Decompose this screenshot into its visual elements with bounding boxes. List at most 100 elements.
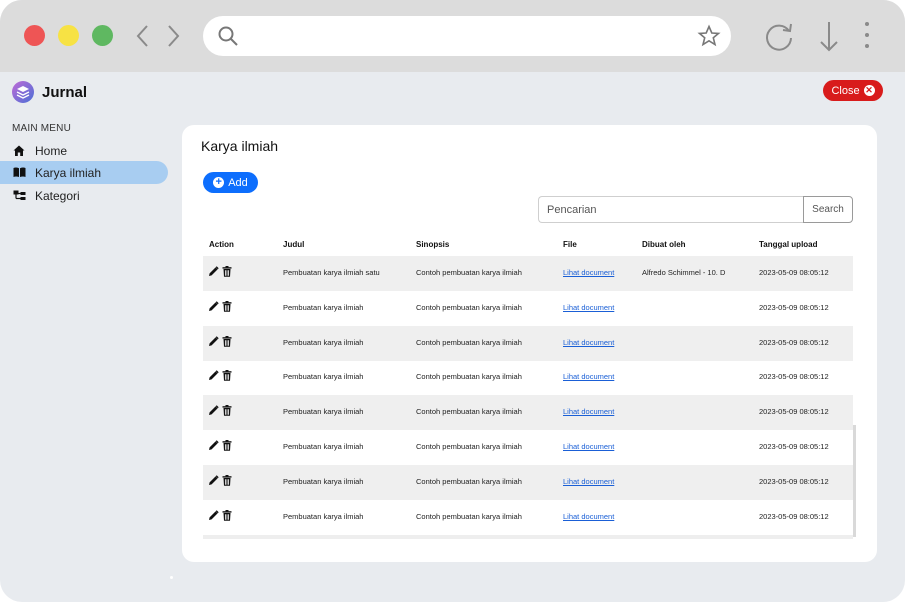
download-icon[interactable] xyxy=(812,18,848,54)
app-window: Jurnal Close ✕ MAIN MENU Home Karya ilmi… xyxy=(0,0,905,602)
edit-pencil-icon[interactable] xyxy=(208,405,219,416)
cell-tanggal-upload: 2023-05-09 08:05:12 xyxy=(759,511,829,521)
delete-trash-icon[interactable] xyxy=(222,474,232,486)
category-icon xyxy=(12,189,26,203)
table-header: Action Judul Sinopsis File Dibuat oleh T… xyxy=(203,234,853,256)
search-icon xyxy=(217,25,239,47)
row-actions xyxy=(208,266,232,277)
cell-sinopsis: Contoh pembuatan karya ilmiah xyxy=(416,268,522,277)
file-link[interactable]: Lihat document xyxy=(563,512,614,521)
app-title: Jurnal xyxy=(42,83,88,101)
delete-trash-icon[interactable] xyxy=(222,509,232,521)
delete-trash-icon[interactable] xyxy=(222,405,232,416)
menu-title: MAIN MENU xyxy=(12,123,72,134)
file-link[interactable]: Lihat document xyxy=(563,477,614,486)
cell-judul: Pembuatan karya ilmiah xyxy=(283,511,364,521)
sidebar-item-label: Home xyxy=(35,143,68,158)
file-link[interactable]: Lihat document xyxy=(563,372,614,381)
forward-icon[interactable] xyxy=(162,22,184,50)
cell-sinopsis: Contoh pembuatan karya ilmiah xyxy=(416,442,522,451)
delete-trash-icon[interactable] xyxy=(222,335,232,347)
window-close-dot[interactable] xyxy=(24,25,45,46)
add-label: Add xyxy=(228,176,248,189)
cell-judul: Pembuatan karya ilmiah satu xyxy=(283,268,380,277)
edit-pencil-icon[interactable] xyxy=(208,370,219,381)
delete-trash-icon[interactable] xyxy=(222,300,232,312)
more-icon[interactable] xyxy=(852,18,882,54)
delete-trash-icon[interactable] xyxy=(222,440,232,451)
table-bottom-edge xyxy=(203,535,853,539)
home-icon xyxy=(12,144,26,158)
data-table: Action Judul Sinopsis File Dibuat oleh T… xyxy=(203,234,853,539)
row-actions xyxy=(208,300,232,312)
cell-tanggal-upload: 2023-05-09 08:05:12 xyxy=(759,268,829,277)
search-input[interactable] xyxy=(538,196,804,223)
close-label: Close xyxy=(831,84,860,97)
table-scrollbar[interactable] xyxy=(853,425,856,537)
book-icon xyxy=(12,166,26,180)
sidebar-item-kategori[interactable]: Kategori xyxy=(0,184,168,207)
cell-judul: Pembuatan karya ilmiah xyxy=(283,302,364,312)
edit-pencil-icon[interactable] xyxy=(208,266,219,277)
table-row: Pembuatan karya ilmiah Contoh pembuatan k… xyxy=(203,325,853,361)
row-actions xyxy=(208,440,232,451)
cell-tanggal-upload: 2023-05-09 08:05:12 xyxy=(759,337,829,347)
file-link[interactable]: Lihat document xyxy=(563,407,614,416)
star-icon[interactable] xyxy=(697,24,721,48)
cell-tanggal-upload: 2023-05-09 08:05:12 xyxy=(759,442,829,451)
edit-pencil-icon[interactable] xyxy=(208,509,219,521)
edit-pencil-icon[interactable] xyxy=(208,335,219,347)
edit-pencil-icon[interactable] xyxy=(208,301,219,312)
sidebar-item-label: Karya ilmiah xyxy=(35,165,102,180)
edit-pencil-icon[interactable] xyxy=(208,475,219,486)
table-row: Pembuatan karya ilmiah Contoh pembuatan k… xyxy=(203,464,853,500)
file-link[interactable]: Lihat document xyxy=(563,268,614,277)
table-row: Pembuatan karya ilmiah Contoh pembuatan k… xyxy=(203,360,853,395)
row-actions xyxy=(208,335,232,347)
plus-icon: + xyxy=(213,177,225,188)
row-actions xyxy=(208,474,232,486)
row-actions xyxy=(208,370,232,382)
file-link[interactable]: Lihat document xyxy=(563,338,614,347)
reload-icon[interactable] xyxy=(761,18,797,54)
table-row: Pembuatan karya ilmiah Contoh pembuatan k… xyxy=(203,291,853,326)
table-row: Pembuatan karya ilmiah Contoh pembuatan k… xyxy=(203,500,853,535)
cell-sinopsis: Contoh pembuatan karya ilmiah xyxy=(416,511,522,521)
cell-dibuat-oleh: Alfredo Schimmel - 10. D xyxy=(642,268,726,277)
cell-tanggal-upload: 2023-05-09 08:05:12 xyxy=(759,407,829,417)
cell-tanggal-upload: 2023-05-09 08:05:12 xyxy=(759,476,829,486)
back-icon[interactable] xyxy=(132,22,154,50)
decorative-dot xyxy=(170,576,173,579)
column-header: Sinopsis xyxy=(416,240,450,249)
cell-sinopsis: Contoh pembuatan karya ilmiah xyxy=(416,337,522,347)
cell-judul: Pembuatan karya ilmiah xyxy=(283,372,364,382)
url-input[interactable] xyxy=(249,24,689,48)
sidebar-item-home[interactable]: Home xyxy=(0,139,168,162)
address-bar[interactable] xyxy=(203,16,731,56)
window-maximize-dot[interactable] xyxy=(92,25,113,46)
window-minimize-dot[interactable] xyxy=(58,25,79,46)
cell-sinopsis: Contoh pembuatan karya ilmiah xyxy=(416,407,522,417)
cell-judul: Pembuatan karya ilmiah xyxy=(283,337,364,347)
cell-judul: Pembuatan karya ilmiah xyxy=(283,407,364,417)
cell-sinopsis: Contoh pembuatan karya ilmiah xyxy=(416,372,522,382)
cell-tanggal-upload: 2023-05-09 08:05:12 xyxy=(759,302,829,312)
close-button[interactable]: Close ✕ xyxy=(823,80,883,101)
table-row: Pembuatan karya ilmiah Contoh pembuatan k… xyxy=(203,430,853,465)
close-x-icon: ✕ xyxy=(863,85,875,96)
sidebar-item-karya-ilmiah[interactable]: Karya ilmiah xyxy=(0,161,168,184)
content-card: Karya ilmiah + Add Search Action Judul S… xyxy=(182,125,877,562)
edit-pencil-icon[interactable] xyxy=(208,440,219,451)
file-link[interactable]: Lihat document xyxy=(563,442,614,451)
delete-trash-icon[interactable] xyxy=(222,266,232,277)
cell-judul: Pembuatan karya ilmiah xyxy=(283,476,364,486)
app-brand: Jurnal xyxy=(12,80,87,104)
file-link[interactable]: Lihat document xyxy=(563,303,614,312)
search-button[interactable]: Search xyxy=(803,196,853,223)
add-button[interactable]: + Add xyxy=(203,172,258,193)
page-title: Karya ilmiah xyxy=(201,138,279,154)
column-header: Dibuat oleh xyxy=(642,240,686,249)
column-header: Tanggal upload xyxy=(759,240,818,249)
sidebar-item-label: Kategori xyxy=(35,188,80,203)
delete-trash-icon[interactable] xyxy=(222,370,232,382)
